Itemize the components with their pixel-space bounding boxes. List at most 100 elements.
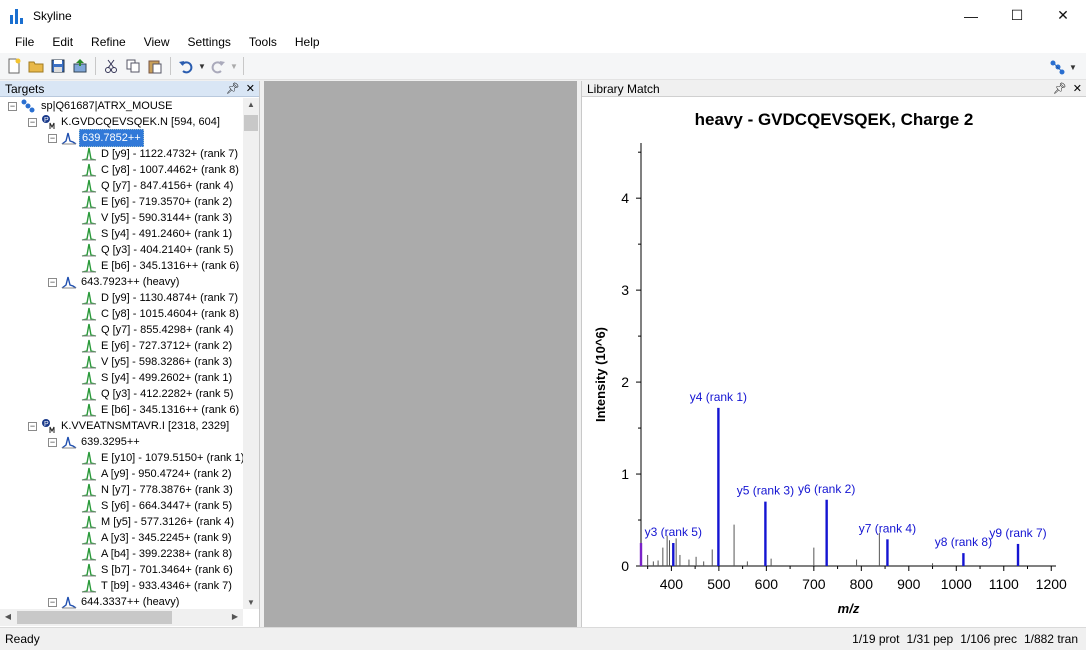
peak-label: y7 (rank 4) xyxy=(859,521,916,535)
menu-view[interactable]: View xyxy=(135,35,179,49)
tree-expander-icon[interactable]: − xyxy=(48,134,57,143)
tree-node-transition[interactable]: Q [y3] - 412.2282+ (rank 5) xyxy=(81,386,235,402)
tree-node-transition[interactable]: A [y3] - 345.2245+ (rank 9) xyxy=(81,530,234,546)
tree-node-transition[interactable]: E [y6] - 719.3570+ (rank 2) xyxy=(81,194,234,210)
scroll-right-arrow-icon[interactable]: ▶ xyxy=(227,612,243,621)
tree-node-transition[interactable]: D [y9] - 1130.4874+ (rank 7) xyxy=(81,290,240,306)
svg-text:P: P xyxy=(44,421,49,428)
tree-expander-icon[interactable]: − xyxy=(28,118,37,127)
tree-node-peptide[interactable]: P K.VVEATNSMTAVR.I [2318, 2329] xyxy=(41,418,231,434)
transition-icon xyxy=(81,547,99,561)
redo-dropdown-icon[interactable]: ▼ xyxy=(229,62,239,71)
save-icon[interactable] xyxy=(47,55,69,77)
tree-node-label: A [b4] - 399.2238+ (rank 8) xyxy=(101,548,233,560)
tree-node-transition[interactable]: D [y9] - 1122.4732+ (rank 7) xyxy=(81,146,240,162)
close-window-button[interactable]: ✕ xyxy=(1040,0,1086,31)
tree-node-transition[interactable]: E [y6] - 727.3712+ (rank 2) xyxy=(81,338,234,354)
tree-node-transition[interactable]: A [b4] - 399.2238+ (rank 8) xyxy=(81,546,234,562)
window-title: Skyline xyxy=(33,8,72,23)
tree-expander-icon[interactable]: − xyxy=(28,422,37,431)
tree-expander-icon[interactable]: − xyxy=(8,102,17,111)
toolbar-separator xyxy=(170,57,171,75)
tree-expander-icon[interactable]: − xyxy=(48,598,57,607)
tree-node-transition[interactable]: C [y8] - 1007.4462+ (rank 8) xyxy=(81,162,241,178)
tree-node-protein[interactable]: sp|Q61687|ATRX_MOUSE xyxy=(21,98,174,114)
tree-node-transition[interactable]: A [y9] - 950.4724+ (rank 2) xyxy=(81,466,234,482)
title-bar: Skyline — ☐ ✕ xyxy=(0,0,1086,31)
menu-file[interactable]: File xyxy=(6,35,43,49)
paste-icon[interactable] xyxy=(144,55,166,77)
tree-node-label: A [y9] - 950.4724+ (rank 2) xyxy=(101,468,232,480)
menu-help[interactable]: Help xyxy=(286,35,329,49)
tree-node-transition[interactable]: E [b6] - 345.1316++ (rank 6) xyxy=(81,402,241,418)
tree-node-transition[interactable]: Q [y7] - 847.4156+ (rank 4) xyxy=(81,178,235,194)
scroll-up-arrow-icon[interactable]: ▲ xyxy=(243,100,259,109)
tree-node-label: S [y4] - 499.2602+ (rank 1) xyxy=(101,372,233,384)
tree-horizontal-scrollbar[interactable]: ◀ ▶ xyxy=(0,609,243,626)
y-tick-label: 4 xyxy=(621,190,629,206)
scroll-down-arrow-icon[interactable]: ▼ xyxy=(243,598,259,607)
tree-node-transition[interactable]: E [y10] - 1079.5150+ (rank 1) xyxy=(81,450,243,466)
scroll-left-arrow-icon[interactable]: ◀ xyxy=(0,612,16,621)
transition-icon xyxy=(81,147,99,161)
tree-node-transition[interactable]: C [y8] - 1015.4604+ (rank 8) xyxy=(81,306,241,322)
copy-icon[interactable] xyxy=(122,55,144,77)
peak-label: y4 (rank 1) xyxy=(690,390,747,404)
tree-node-peptide[interactable]: P K.GVDCQEVSQEK.N [594, 604] xyxy=(41,114,222,130)
publish-icon[interactable] xyxy=(69,55,91,77)
tree-node-precursor[interactable]: 639.7852++ xyxy=(61,129,144,147)
tree-node-transition[interactable]: S [y6] - 664.3447+ (rank 5) xyxy=(81,498,234,514)
transition-icon xyxy=(81,163,99,177)
tree-vertical-scrollbar[interactable]: ▲ ▼ xyxy=(243,98,259,609)
tree-node-precursor[interactable]: 639.3295++ xyxy=(61,434,142,450)
tree-node-transition[interactable]: S [y4] - 499.2602+ (rank 1) xyxy=(81,370,234,386)
tree-expander-icon[interactable]: − xyxy=(48,438,57,447)
protein-view-dropdown-icon[interactable]: ▼ xyxy=(1068,63,1078,72)
pin-icon[interactable]: 📌︎ xyxy=(1053,81,1067,97)
maximize-button[interactable]: ☐ xyxy=(994,0,1040,31)
close-panel-icon[interactable]: ✕ xyxy=(246,81,255,97)
precursor-icon xyxy=(61,595,79,609)
tree-expander-icon[interactable]: − xyxy=(48,278,57,287)
menu-settings[interactable]: Settings xyxy=(179,35,240,49)
tree-node-transition[interactable]: V [y5] - 598.3286+ (rank 3) xyxy=(81,354,234,370)
tree-node-transition[interactable]: M [y5] - 577.3126+ (rank 4) xyxy=(81,514,236,530)
menu-refine[interactable]: Refine xyxy=(82,35,135,49)
tree-node-transition[interactable]: S [y4] - 491.2460+ (rank 1) xyxy=(81,226,234,242)
tree-node-transition[interactable]: Q [y3] - 404.2140+ (rank 5) xyxy=(81,242,235,258)
library-spectrum-chart[interactable]: heavy - GVDCQEVSQEK, Charge 2 0 1 2 3 4 400 500… xyxy=(582,98,1086,626)
x-axis-label: m/z xyxy=(838,601,860,616)
scroll-thumb[interactable] xyxy=(244,115,258,131)
tree-node-transition[interactable]: E [b6] - 345.1316++ (rank 6) xyxy=(81,258,241,274)
tree-node-transition[interactable]: Q [y7] - 855.4298+ (rank 4) xyxy=(81,322,235,338)
scroll-thumb[interactable] xyxy=(17,611,172,624)
tree-node-label: S [b7] - 701.3464+ (rank 6) xyxy=(101,564,233,576)
menu-tools[interactable]: Tools xyxy=(240,35,286,49)
tree-node-label: A [y3] - 345.2245+ (rank 9) xyxy=(101,532,232,544)
minimize-button[interactable]: — xyxy=(948,0,994,31)
protein-view-icon[interactable] xyxy=(1046,56,1068,78)
menu-edit[interactable]: Edit xyxy=(43,35,82,49)
tree-node-precursor[interactable]: 644.3337++ (heavy) xyxy=(61,594,181,609)
pin-icon[interactable]: 📌︎ xyxy=(226,81,240,97)
tree-node-transition[interactable]: S [b7] - 701.3464+ (rank 6) xyxy=(81,562,235,578)
targets-tree[interactable]: − sp|Q61687|ATRX_MOUSE − P K.GVDCQEVSQEK.N [… xyxy=(0,98,243,609)
tree-node-precursor[interactable]: 643.7923++ (heavy) xyxy=(61,274,181,290)
peptide-icon: P xyxy=(41,114,59,130)
tree-node-transition[interactable]: N [y7] - 778.3876+ (rank 3) xyxy=(81,482,235,498)
undo-icon[interactable] xyxy=(175,55,197,77)
peak-label: y5 (rank 3) xyxy=(737,484,794,498)
close-panel-icon[interactable]: ✕ xyxy=(1073,81,1082,97)
menu-bar: File Edit Refine View Settings Tools Hel… xyxy=(0,31,1086,53)
tree-node-transition[interactable]: V [y5] - 590.3144+ (rank 3) xyxy=(81,210,234,226)
y-axis-label: Intensity (10^6) xyxy=(593,327,608,422)
tree-node-label: S [y4] - 491.2460+ (rank 1) xyxy=(101,228,233,240)
open-folder-icon[interactable] xyxy=(25,55,47,77)
new-document-icon[interactable] xyxy=(3,55,25,77)
redo-icon[interactable] xyxy=(207,55,229,77)
undo-dropdown-icon[interactable]: ▼ xyxy=(197,62,207,71)
tree-node-label: E [y6] - 727.3712+ (rank 2) xyxy=(101,340,233,352)
tree-node-label: D [y9] - 1130.4874+ (rank 7) xyxy=(101,292,239,304)
cut-icon[interactable] xyxy=(100,55,122,77)
tree-node-transition[interactable]: T [b9] - 933.4346+ (rank 7) xyxy=(81,578,234,594)
